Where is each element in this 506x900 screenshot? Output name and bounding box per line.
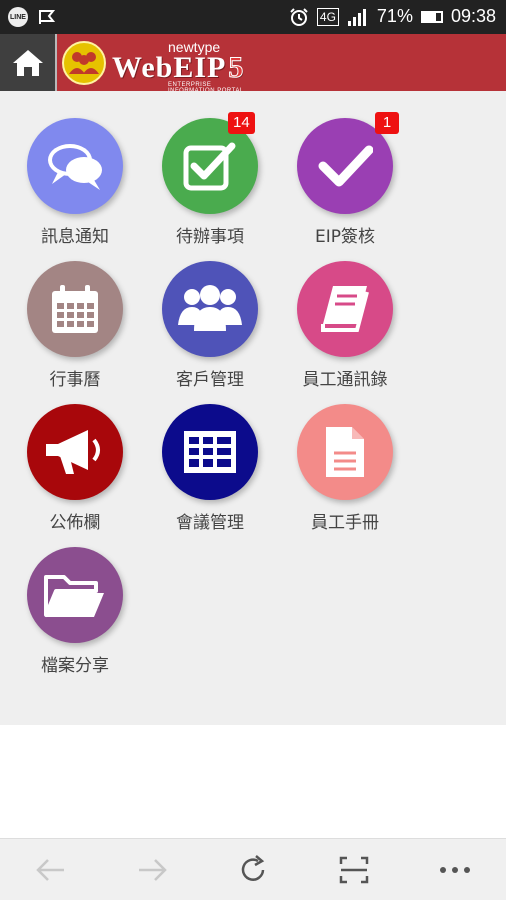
network-type: 4G [316, 7, 339, 26]
back-button[interactable] [0, 839, 101, 900]
grid-table-icon [184, 431, 236, 473]
battery-percent: 71% [376, 6, 413, 26]
tile-label: 公佈欄 [49, 513, 101, 533]
logo-people-icon [62, 41, 106, 85]
checkmark-icon [318, 145, 373, 187]
app-logo: newtype WebEIP5 ENTERPRISE INFORMATION P… [62, 38, 245, 94]
tile-label: 員工手冊 [311, 513, 379, 533]
bottom-nav-bar [0, 838, 506, 900]
tile-bulletin-board[interactable]: 公佈欄 [13, 404, 133, 534]
megaphone-icon [46, 430, 100, 474]
tile-circle [297, 261, 393, 357]
reload-icon [241, 854, 265, 881]
logo-small-text: newtype [168, 39, 221, 55]
tile-label: EIP簽核 [314, 227, 375, 247]
signal-icon [347, 8, 366, 26]
tile-employee-handbook[interactable]: 員工手冊 [283, 404, 403, 534]
alarm-icon [290, 7, 308, 26]
reload-button[interactable] [202, 839, 303, 900]
tile-label: 待辦事項 [176, 227, 244, 247]
scan-icon [339, 856, 369, 883]
tile-circle [162, 261, 258, 357]
tile-calendar[interactable]: 行事曆 [13, 261, 133, 391]
tile-circle [27, 404, 123, 500]
tile-label: 訊息通知 [41, 227, 109, 247]
more-icon [440, 866, 471, 873]
tile-todo[interactable]: 14 待辦事項 [148, 112, 268, 248]
tile-meeting-management[interactable]: 會議管理 [148, 404, 268, 534]
app-grid: 訊息通知 14 待辦事項 1 EIP簽核 行事曆 客戶管理 員工通訊錄 公佈欄 … [0, 91, 506, 725]
tile-message-notify[interactable]: 訊息通知 [13, 118, 133, 248]
more-button[interactable] [405, 839, 506, 900]
tile-file-sharing[interactable]: 檔案分享 [13, 547, 133, 677]
tile-circle [27, 547, 123, 643]
app-header: newtype WebEIP5 ENTERPRISE INFORMATION P… [0, 34, 506, 94]
status-bar: LINE 4G 71% 09:38 [0, 0, 506, 34]
tile-customer-management[interactable]: 客戶管理 [148, 261, 268, 391]
approval-count-badge: 1 [375, 112, 399, 134]
document-icon [326, 427, 364, 477]
group-icon [178, 285, 242, 331]
tile-employee-directory[interactable]: 員工通訊錄 [283, 261, 403, 391]
tile-circle [27, 118, 123, 214]
checkbox-icon [183, 142, 236, 191]
battery-icon [420, 10, 443, 23]
tile-label: 行事曆 [49, 370, 101, 390]
todo-count-badge: 14 [228, 112, 255, 134]
tile-circle [162, 404, 258, 500]
back-arrow-icon [35, 858, 64, 881]
tile-label: 會議管理 [176, 513, 244, 533]
scan-button[interactable] [304, 839, 405, 900]
tile-label: 客戶管理 [176, 370, 244, 390]
home-icon [12, 49, 43, 76]
tile-label: 員工通訊錄 [302, 370, 388, 390]
clock: 09:38 [450, 6, 496, 26]
forward-arrow-icon [138, 858, 167, 881]
tile-circle [297, 404, 393, 500]
logo-main-text: WebEIP5 [112, 51, 245, 85]
home-button[interactable] [0, 34, 57, 91]
folder-icon [44, 575, 104, 617]
chat-bubbles-icon [48, 144, 102, 190]
forward-button[interactable] [101, 839, 202, 900]
tile-circle [27, 261, 123, 357]
line-icon: LINE [8, 7, 28, 27]
tile-eip-approval[interactable]: 1 EIP簽核 [283, 112, 403, 248]
calendar-icon [52, 285, 98, 333]
notification-flag-icon [39, 10, 56, 24]
tile-label: 檔案分享 [41, 656, 109, 676]
book-icon [321, 286, 369, 332]
